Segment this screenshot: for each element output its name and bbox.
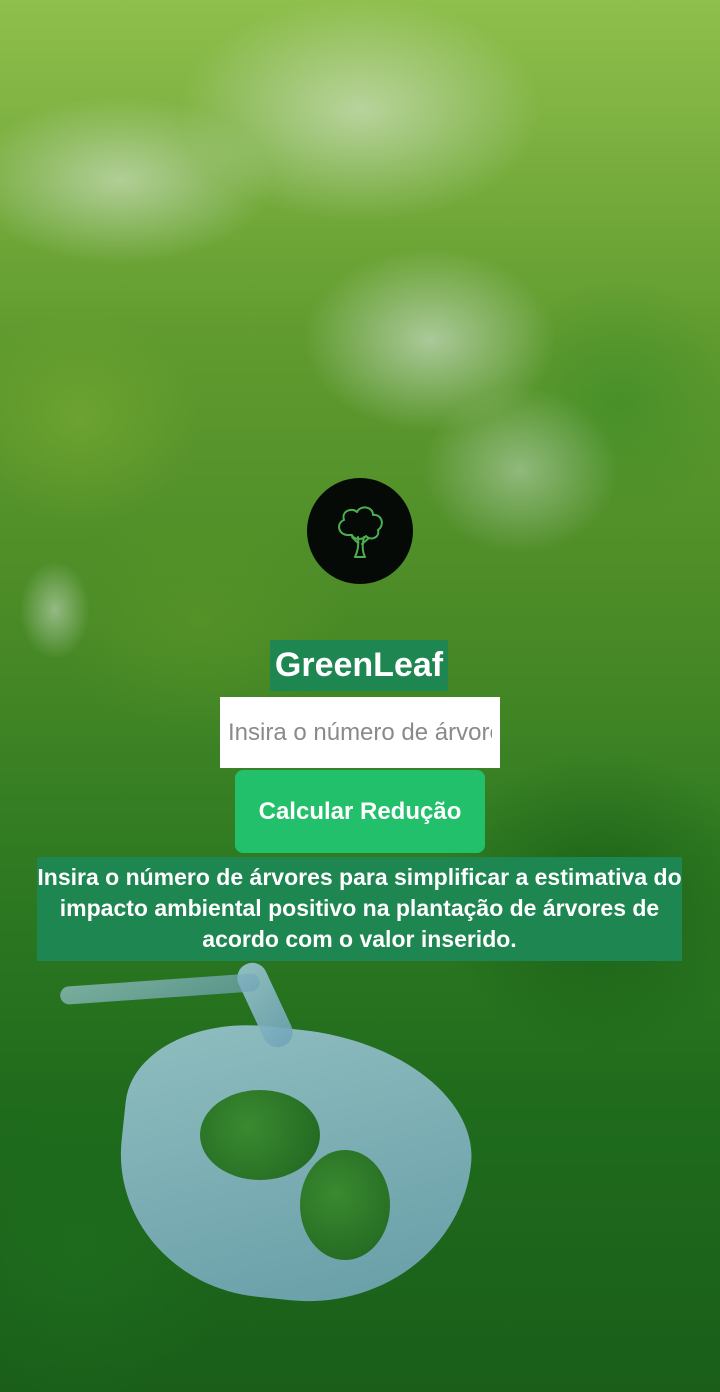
tree-count-input[interactable] (220, 697, 500, 768)
tree-icon (338, 506, 383, 558)
island-shape (300, 1150, 390, 1260)
description-text: Insira o número de árvores para simplifi… (37, 857, 682, 961)
river-shape (59, 973, 261, 1005)
island-shape (200, 1090, 320, 1180)
forest-background-image (0, 0, 720, 1392)
calculate-reduction-button[interactable]: Calcular Redução (235, 770, 485, 853)
logo-badge (307, 478, 413, 584)
app-title: GreenLeaf (270, 640, 448, 691)
